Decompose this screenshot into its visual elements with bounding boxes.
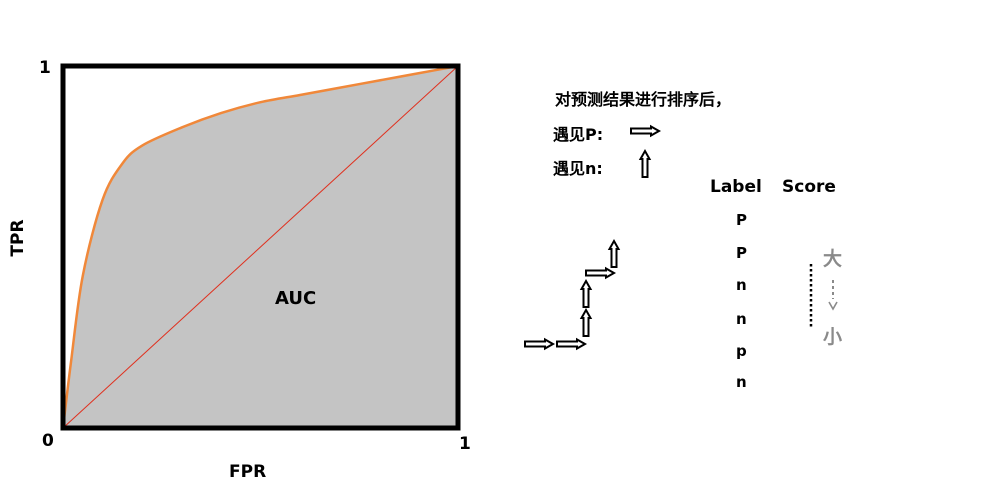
label-column-header: Label (710, 177, 762, 197)
staircase-path (524, 240, 620, 350)
legend-see-p: 遇见P: (553, 125, 604, 144)
label-row: n (736, 310, 747, 328)
up-arrow-icon (639, 150, 651, 178)
roc-diagram (60, 63, 838, 431)
step-right-arrow-icon (524, 338, 554, 350)
step-up-arrow-icon (580, 309, 592, 337)
step-up-arrow-icon (608, 240, 620, 268)
legend-intro-text: 对预测结果进行排序后， (555, 90, 732, 109)
down-chevron-icon (828, 301, 838, 311)
label-row: p (736, 342, 747, 360)
y-axis-tick-1: 1 (39, 58, 51, 78)
origin-tick-0: 0 (42, 431, 54, 451)
x-axis-label: FPR (229, 462, 267, 482)
step-right-arrow-icon (556, 338, 586, 350)
label-row: P (736, 211, 747, 229)
right-arrow-icon (630, 125, 660, 137)
step-right-arrow-icon (585, 267, 615, 279)
auc-label: AUC (275, 288, 317, 309)
label-row: P (736, 244, 747, 262)
score-column-header: Score (782, 177, 836, 197)
step-up-arrow-icon (580, 280, 592, 308)
order-large-char: 大 (823, 248, 843, 270)
y-axis-label: TPR (8, 219, 28, 257)
x-axis-tick-1: 1 (459, 434, 471, 454)
label-row: n (736, 276, 747, 294)
legend-see-n: 遇见n: (553, 159, 603, 178)
label-row: n (736, 373, 747, 391)
order-small-char: 小 (823, 326, 843, 348)
